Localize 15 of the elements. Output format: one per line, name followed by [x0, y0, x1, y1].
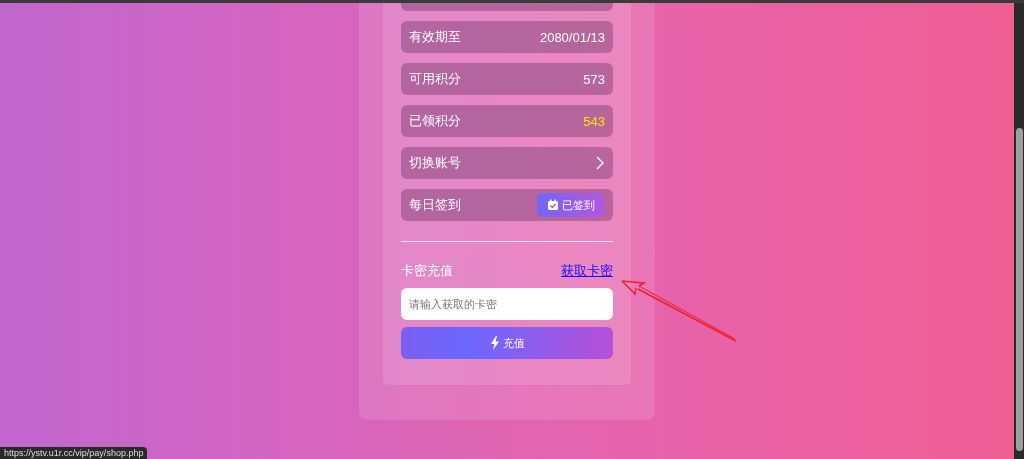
card-key-field[interactable]: 请输入获取的卡密 — [401, 288, 613, 320]
row-label: 可用积分 — [409, 70, 461, 88]
row-value: 573 — [583, 71, 605, 87]
status-url: https://ystv.u1r.cc/vip/pay/shop.php — [0, 447, 148, 459]
section-title: 卡密充值 — [401, 262, 453, 280]
recharge-button[interactable]: 充值 — [401, 327, 613, 359]
get-card-link[interactable]: 获取卡密 — [561, 262, 613, 280]
switch-account-row[interactable]: 切换账号 — [401, 147, 613, 179]
row-label: 已领积分 — [409, 112, 461, 130]
checkin-button[interactable]: 已签到 — [537, 193, 605, 217]
row-label: 每日签到 — [409, 196, 461, 214]
row-label: 有效期至 — [409, 28, 461, 46]
row-label: 切换账号 — [409, 154, 461, 172]
row-value: 2080/01/13 — [539, 29, 605, 45]
row-value: 543 — [583, 113, 605, 129]
